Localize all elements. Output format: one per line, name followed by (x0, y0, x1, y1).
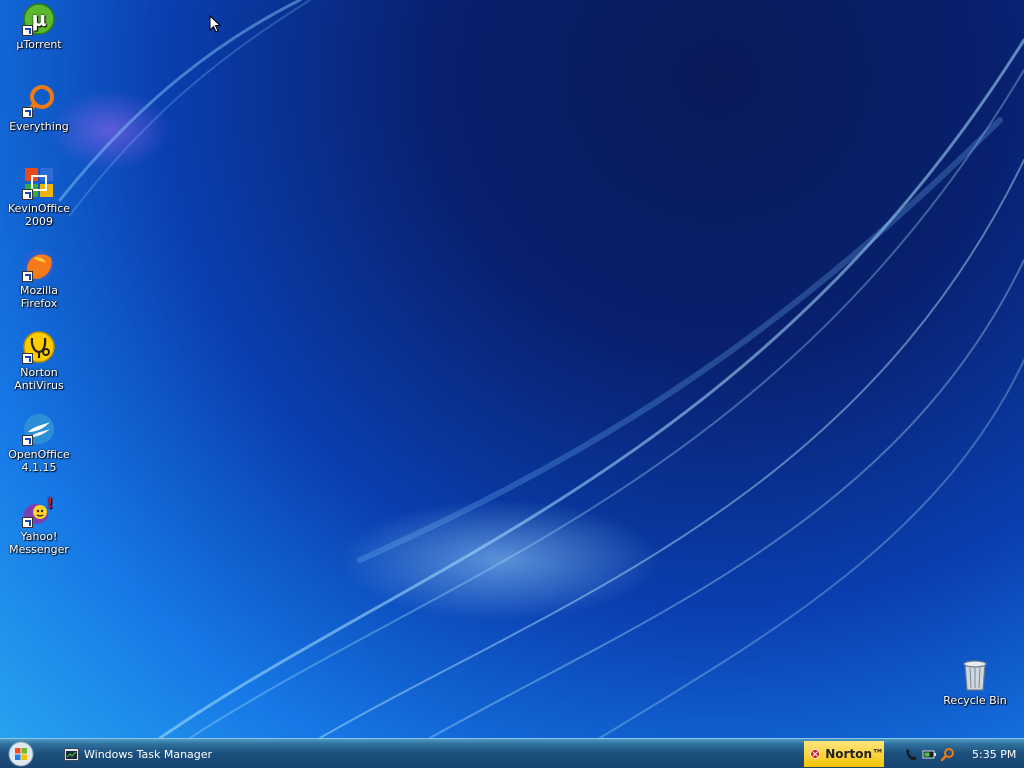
desktop-icon-label: OpenOffice 4.1.15 (8, 448, 70, 474)
desktop-icon-kevinoffice[interactable]: KevinOffice 2009 (0, 166, 78, 228)
taskbar-button-task-manager[interactable]: Windows Task Manager (58, 742, 236, 766)
desktop-icon-label: Recycle Bin (943, 694, 1007, 707)
desktop-icon-label: µTorrent (16, 38, 62, 51)
system-tray: 5:35 PM (890, 742, 1024, 766)
desktop-icon-openoffice[interactable]: OpenOffice 4.1.15 (0, 412, 78, 474)
shortcut-arrow-icon (22, 517, 33, 528)
office-icon (22, 166, 56, 200)
desktop-icon-norton[interactable]: Norton AntiVirus (0, 330, 78, 392)
taskbar: Windows Task Manager Norton™ 5:35 PM (0, 738, 1024, 768)
desktop-icon-yahoo-messenger[interactable]: ! Yahoo! Messenger (0, 494, 78, 556)
search-icon[interactable] (940, 747, 955, 762)
phone-icon[interactable] (904, 747, 919, 762)
desktop-icon-everything[interactable]: Everything (0, 84, 78, 133)
norton-tray-button[interactable]: Norton™ (804, 741, 884, 767)
svg-text:!: ! (47, 496, 53, 512)
battery-icon[interactable] (922, 747, 937, 762)
desktop-icon-label: Mozilla Firefox (20, 284, 58, 310)
windows-orb-icon (8, 741, 34, 767)
yahoo-messenger-icon: ! (22, 494, 56, 528)
desktop-icon-label: Everything (9, 120, 69, 133)
norton-label: Norton™ (825, 747, 884, 761)
openoffice-icon (22, 412, 56, 446)
recycle-bin-icon (958, 658, 992, 692)
desktop-icon-utorrent[interactable]: µ µTorrent (0, 2, 78, 51)
desktop-icon-label: Norton AntiVirus (14, 366, 64, 392)
task-manager-icon (64, 747, 79, 761)
taskbar-button-label: Windows Task Manager (84, 747, 213, 761)
shortcut-arrow-icon (22, 107, 33, 118)
shortcut-arrow-icon (22, 435, 33, 446)
clock[interactable]: 5:35 PM (972, 748, 1016, 761)
shortcut-arrow-icon (22, 271, 33, 282)
utorrent-icon: µ (22, 2, 56, 36)
desktop[interactable]: µ µTorrent Everything KevinOffice 2009 M… (0, 0, 1024, 738)
svg-text:µ: µ (32, 7, 47, 31)
error-x-icon (810, 749, 821, 759)
mouse-pointer-icon (209, 14, 222, 37)
everything-search-icon (22, 84, 56, 118)
start-button[interactable] (6, 741, 36, 767)
desktop-icon-firefox[interactable]: Mozilla Firefox (0, 248, 78, 310)
norton-antivirus-icon (22, 330, 56, 364)
shortcut-arrow-icon (22, 189, 33, 200)
desktop-icon-label: KevinOffice 2009 (7, 202, 71, 228)
shortcut-arrow-icon (22, 25, 33, 36)
desktop-icon-label: Yahoo! Messenger (9, 530, 69, 556)
desktop-icon-recycle-bin[interactable]: Recycle Bin (936, 658, 1014, 707)
shortcut-arrow-icon (22, 353, 33, 364)
firefox-icon (22, 248, 56, 282)
